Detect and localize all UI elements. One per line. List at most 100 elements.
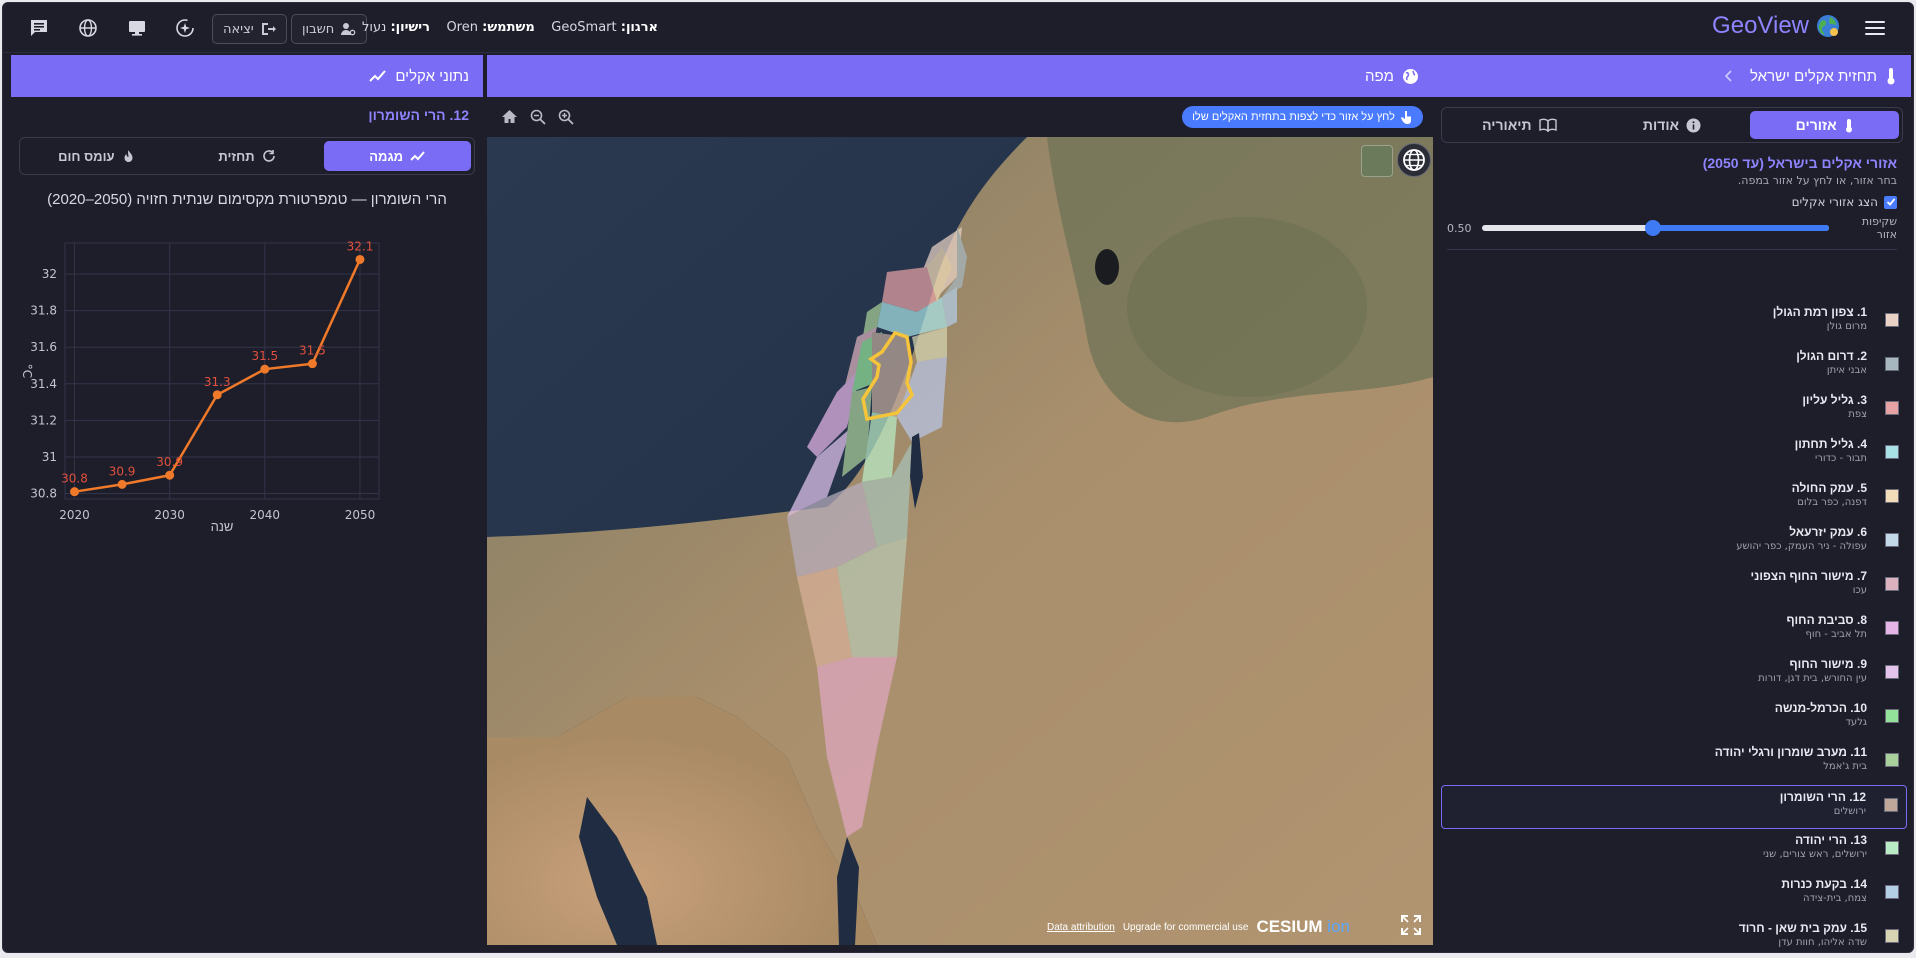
tab-about-label: אודות <box>1642 117 1680 133</box>
region-station: אבני איתן <box>1826 365 1867 376</box>
zoom-in-icon[interactable] <box>558 109 574 125</box>
regions-list: 1. צפון רמת הגולן מרום גולן 2. דרום הגולן א… <box>1433 301 1911 952</box>
map-canvas[interactable] <box>487 137 1433 945</box>
tab-theory-label: תיאוריה <box>1482 117 1532 133</box>
region-color-swatch <box>1885 533 1899 547</box>
region-list-item[interactable]: 1. צפון רמת הגולן מרום גולן <box>1441 301 1907 345</box>
opacity-slider-thumb[interactable] <box>1644 220 1661 236</box>
climate-data-header: נתוני אקלים <box>11 55 483 97</box>
regions-subheading: בחר אזור, או לחץ על אזור במפה. <box>1737 174 1897 187</box>
org-label: ארגון: <box>620 20 658 35</box>
region-list-item[interactable]: 6. עמק יזרעאל עפולה - ניר העמק, כפר יהושע <box>1441 521 1907 565</box>
region-text: 14. בקעת כנרות צמח, בית-צידה <box>1781 877 1867 904</box>
earth-logo-icon <box>1817 15 1839 37</box>
regions-heading: אזורי אקלים בישראל (עד 2050) <box>1702 155 1897 171</box>
region-name: 9. מישור החוף <box>1789 657 1867 671</box>
data-point <box>355 254 365 264</box>
region-color-swatch <box>1884 798 1898 812</box>
region-list-item[interactable]: 15. עמק בית שאן - חרוד שדה אליהו, חוות עד… <box>1441 917 1907 952</box>
region-text: 11. מערב שומרון ורגלי יהודה בית ג'אמל <box>1715 745 1867 772</box>
top-bar: יציאה חשבון ארגון: GeoSmart משתמש: Oren … <box>3 3 1913 53</box>
map-header: מפה <box>487 55 1433 97</box>
region-color-swatch <box>1885 929 1899 943</box>
org-value: GeoSmart <box>551 20 617 35</box>
data-attribution-link[interactable]: Data attribution <box>1047 922 1115 933</box>
region-list-item[interactable]: 5. עמק החולה דפנה, כפר בלום <box>1441 477 1907 521</box>
brand-logo[interactable]: GeoView <box>1712 12 1841 40</box>
region-text: 6. עמק יזרעאל עפולה - ניר העמק, כפר יהושע <box>1736 525 1867 552</box>
x-tick-label: 2040 <box>250 508 281 522</box>
satellite-map[interactable]: Data attribution Upgrade for commercial … <box>487 137 1433 945</box>
data-label: 31.3 <box>204 375 231 389</box>
data-point <box>165 470 175 480</box>
show-regions-checkbox[interactable] <box>1884 195 1897 209</box>
map-toolbar: לחץ על אזור כדי לצפות בתחזית האקלים שלו <box>487 97 1433 137</box>
refresh-icon <box>262 150 275 162</box>
monitor-icon[interactable] <box>125 16 149 40</box>
chat-icon[interactable] <box>27 16 51 40</box>
region-text: 8. סביבת החוף תל אביב - חוף <box>1786 613 1867 640</box>
tab-theory[interactable]: תיאוריה <box>1445 111 1594 139</box>
region-list-item[interactable]: 4. גליל תחתון תבור - כדורי <box>1441 433 1907 477</box>
tab-trend[interactable]: מגמה <box>324 141 471 171</box>
tab-heat-load[interactable]: עומס חום <box>23 141 170 171</box>
region-station: עכו <box>1852 585 1867 596</box>
opacity-slider[interactable] <box>1481 220 1829 236</box>
region-list-item[interactable]: 10. הכרמל-מנשה גלעד <box>1441 697 1907 741</box>
region-color-swatch <box>1885 753 1899 767</box>
region-station: גלעד <box>1845 717 1867 728</box>
region-color-swatch <box>1885 445 1899 459</box>
chevron-left-icon[interactable] <box>1724 70 1734 82</box>
region-name: 1. צפון רמת הגולן <box>1772 305 1867 319</box>
trend-icon <box>410 151 425 161</box>
region-list-item[interactable]: 11. מערב שומרון ורגלי יהודה בית ג'אמל <box>1441 741 1907 785</box>
show-regions-toggle[interactable]: הצג אזורי אקלים <box>1447 195 1897 209</box>
region-list-item[interactable]: 8. סביבת החוף תל אביב - חוף <box>1441 609 1907 653</box>
cesium-logo[interactable]: CESIUM ion <box>1256 917 1350 937</box>
region-color-swatch <box>1885 489 1899 503</box>
region-text: 3. גליל עליון צפת <box>1802 393 1867 420</box>
panel-title: תחזית אקלים ישראל <box>1750 67 1877 85</box>
base-layer-picker[interactable] <box>1361 145 1393 177</box>
region-list-item[interactable]: 13. הרי יהודה ירושלים, ראש צורים, שני <box>1441 829 1907 873</box>
region-name: 5. עמק החולה <box>1791 481 1867 495</box>
session-info: ארגון: GeoSmart משתמש: Oren רישיון: נעול <box>362 20 658 35</box>
region-station: צפת <box>1848 409 1867 420</box>
zoom-out-icon[interactable] <box>530 109 546 125</box>
tab-regions[interactable]: אזורים <box>1750 111 1899 139</box>
opacity-label: שקיפות אזור <box>1861 215 1897 241</box>
opacity-slider-fill <box>1652 225 1829 231</box>
data-point <box>260 364 270 374</box>
data-point <box>307 359 317 369</box>
tab-about[interactable]: אודות <box>1598 111 1747 139</box>
scene-mode-globe-icon[interactable] <box>1397 143 1431 177</box>
region-color-swatch <box>1885 709 1899 723</box>
home-icon[interactable] <box>501 109 518 124</box>
region-name: 15. עמק בית שאן - חרוד <box>1738 921 1867 935</box>
region-station: שדה אליהו, חוות עדן <box>1778 937 1867 948</box>
region-list-item[interactable]: 7. מישור החוף הצפוני עכו <box>1441 565 1907 609</box>
fullscreen-icon[interactable] <box>1401 915 1421 939</box>
region-list-item[interactable]: 12. הרי השומרון ירושלים <box>1441 785 1907 829</box>
climate-forecast-panel: תחזית אקלים ישראל אזורים אודות תיאוריה א… <box>1433 55 1911 952</box>
thermometer-icon <box>1887 68 1895 85</box>
logout-button[interactable]: יציאה <box>212 14 287 44</box>
globe-icon[interactable] <box>76 16 100 40</box>
region-station: עפולה - ניר העמק, כפר יהושע <box>1736 541 1867 552</box>
region-station: תל אביב - חוף <box>1805 629 1867 640</box>
region-name: 11. מערב שומרון ורגלי יהודה <box>1714 745 1867 759</box>
region-list-item[interactable]: 14. בקעת כנרות צמח, בית-צידה <box>1441 873 1907 917</box>
region-text: 10. הכרמל-מנשה גלעד <box>1775 701 1867 728</box>
region-name: 7. מישור החוף הצפוני <box>1750 569 1867 583</box>
region-list-item[interactable]: 3. גליל עליון צפת <box>1441 389 1907 433</box>
region-station: צמח, בית-צידה <box>1803 893 1867 904</box>
tab-forecast[interactable]: תחזית <box>174 141 321 171</box>
plot-area <box>64 242 380 500</box>
sparkle-refresh-icon[interactable] <box>173 16 197 40</box>
account-button[interactable]: חשבון <box>291 14 368 44</box>
region-color-swatch <box>1885 665 1899 679</box>
region-list-item[interactable]: 9. מישור החוף עין החורש, בית דגן, דורות <box>1441 653 1907 697</box>
menu-icon[interactable] <box>1865 21 1885 37</box>
region-text: 4. גליל תחתון תבור - כדורי <box>1795 437 1867 464</box>
region-list-item[interactable]: 2. דרום הגולן אבני איתן <box>1441 345 1907 389</box>
